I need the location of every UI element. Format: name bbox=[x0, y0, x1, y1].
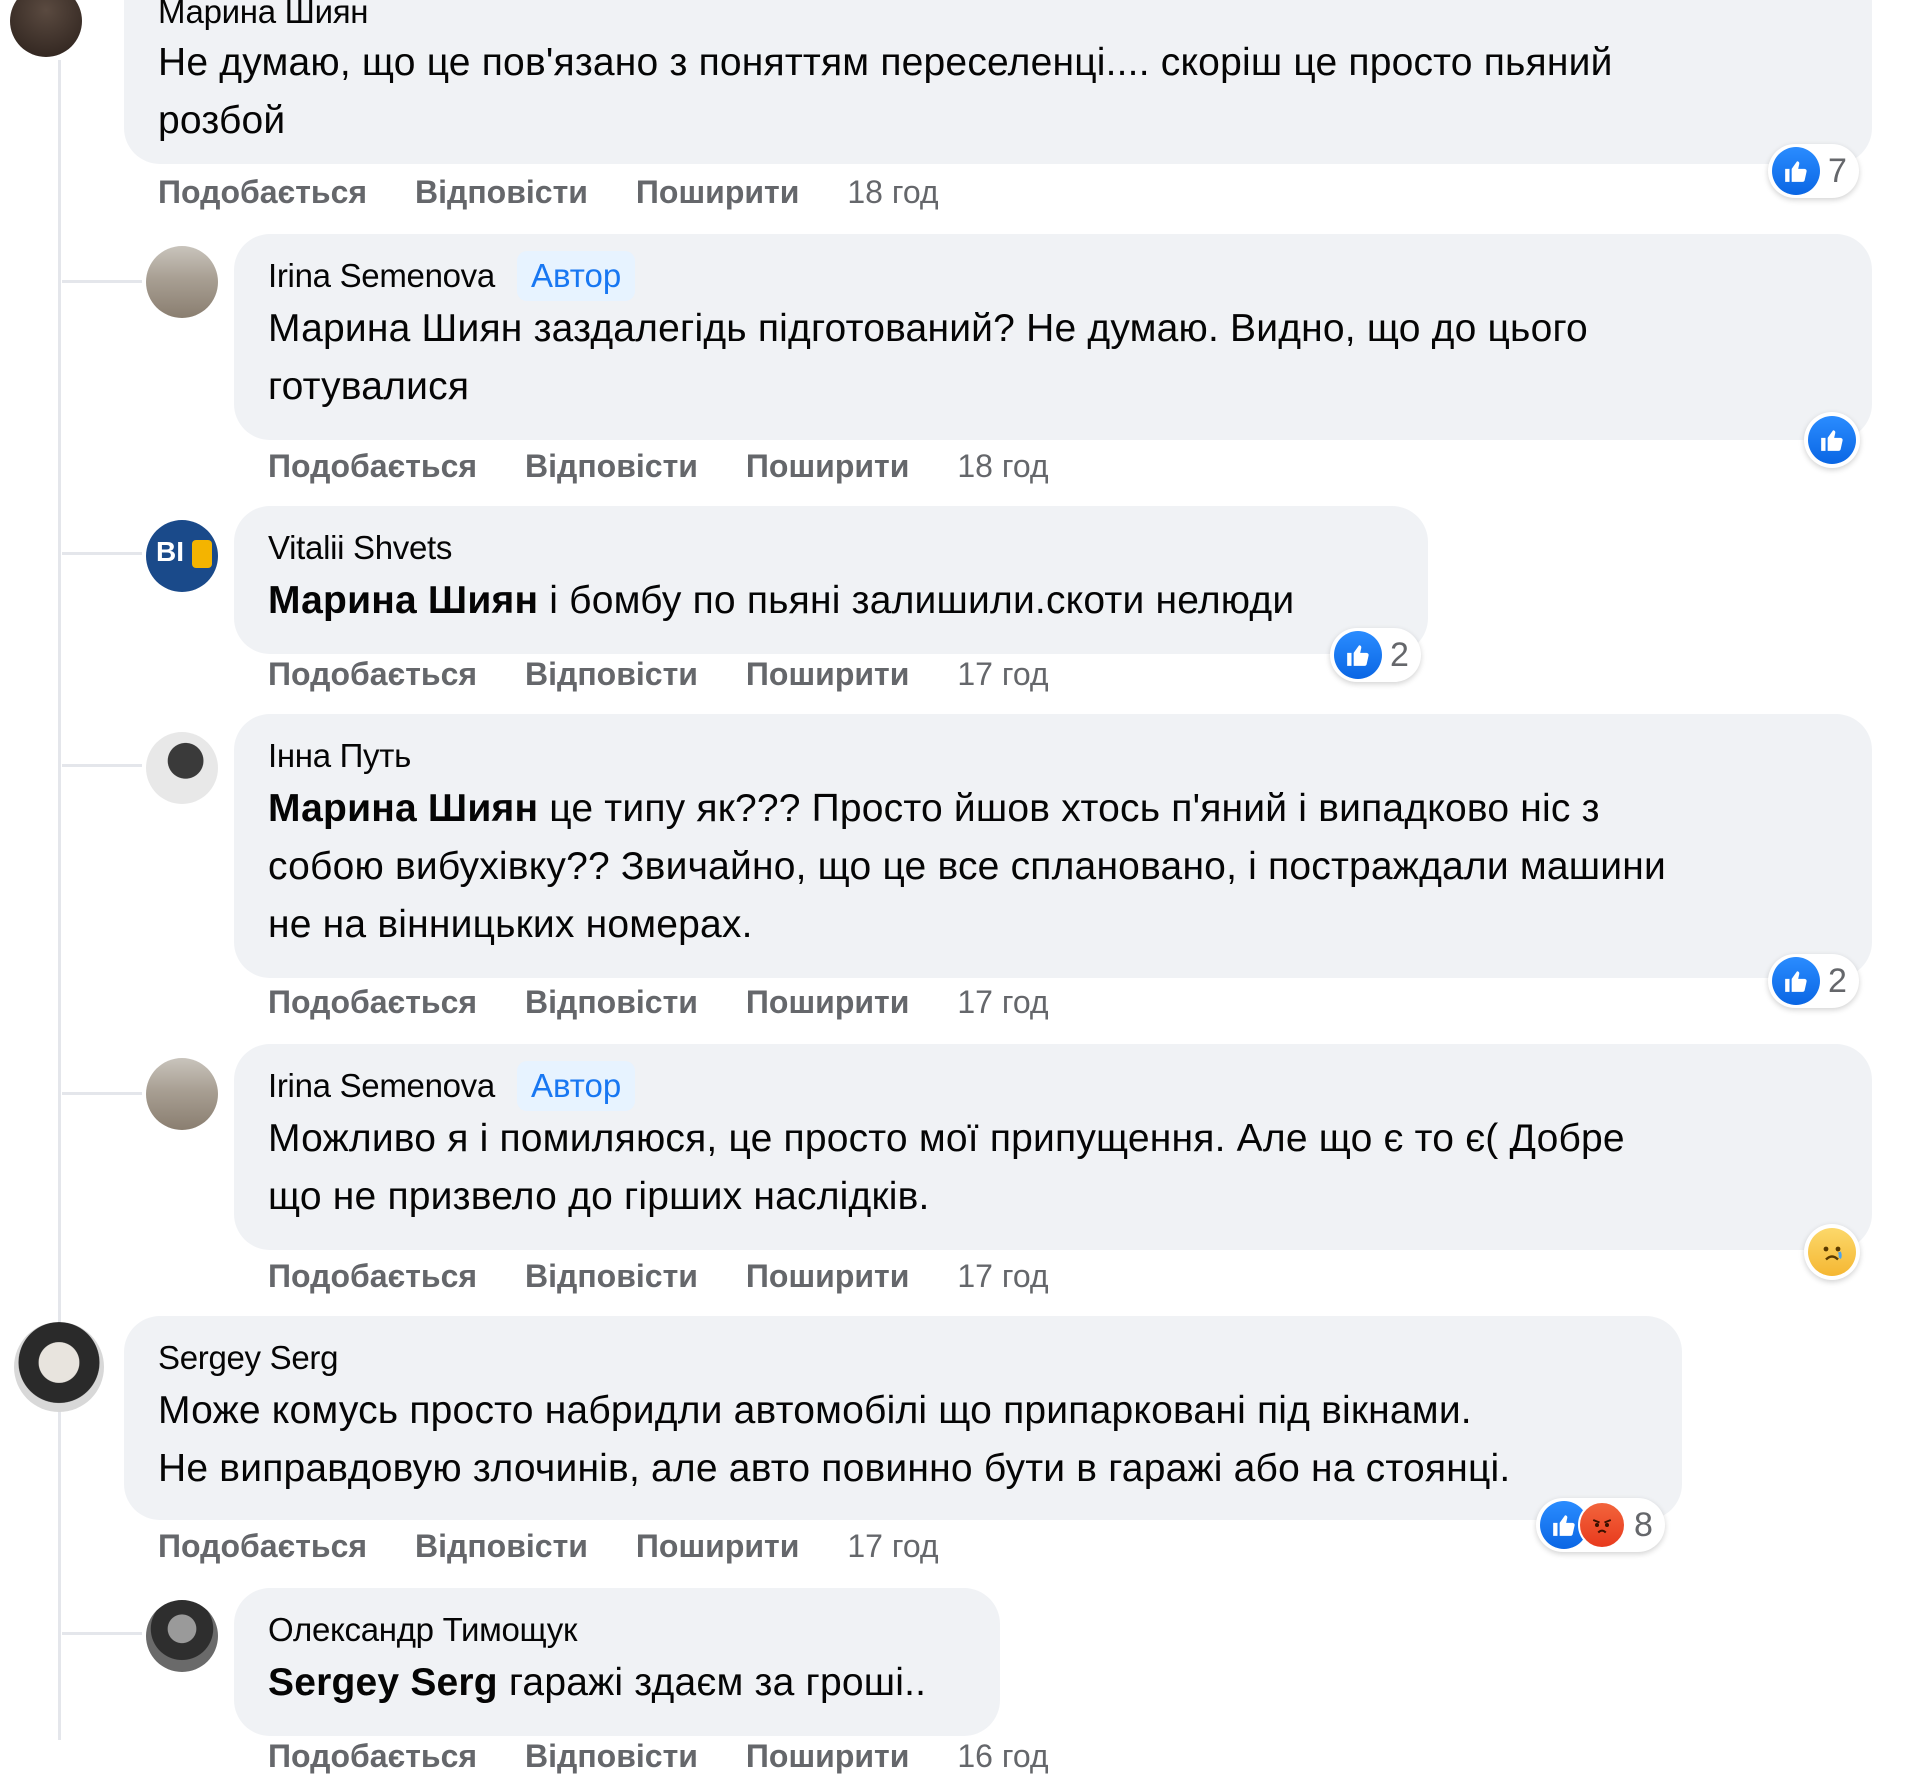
reaction-count: 8 bbox=[1634, 1505, 1653, 1544]
reaction-summary[interactable]: 8 bbox=[1536, 1498, 1665, 1552]
comment-text: Не думаю, що це пов'язано з поняттям пер… bbox=[158, 41, 1613, 142]
reply-connector bbox=[62, 552, 142, 555]
comment-bubble: Інна Путь Марина Шиян це типу як??? Прос… bbox=[234, 714, 1872, 978]
avatar[interactable]: BI bbox=[146, 520, 218, 592]
comment-author[interactable]: Vitalii Shvets bbox=[268, 529, 452, 567]
comment-actions: Подобається Відповісти Поширити 17 год bbox=[158, 1528, 987, 1565]
reply-button[interactable]: Відповісти bbox=[415, 1528, 588, 1565]
comment-time[interactable]: 18 год bbox=[847, 174, 938, 211]
avatar[interactable] bbox=[146, 246, 218, 318]
like-button[interactable]: Подобається bbox=[268, 984, 477, 1021]
like-reaction-icon bbox=[1772, 957, 1820, 1005]
reply-button[interactable]: Відповісти bbox=[525, 1258, 698, 1295]
reply-button[interactable]: Відповісти bbox=[525, 1738, 698, 1775]
comment-text: Марина Шиян заздалегідь підготований? Не… bbox=[268, 307, 1588, 408]
mention-link[interactable]: Марина Шиян bbox=[268, 579, 538, 622]
reaction-summary[interactable] bbox=[1804, 412, 1860, 468]
reply-connector bbox=[62, 1632, 142, 1635]
mention-link[interactable]: Марина Шиян bbox=[268, 787, 538, 830]
reaction-count: 2 bbox=[1828, 961, 1847, 1000]
like-button[interactable]: Подобається bbox=[158, 1528, 367, 1565]
comment-time[interactable]: 17 год bbox=[847, 1528, 938, 1565]
reaction-summary[interactable]: 2 bbox=[1330, 628, 1421, 682]
share-button[interactable]: Поширити bbox=[746, 1258, 909, 1295]
comment-actions: Подобається Відповісти Поширити 18 год bbox=[158, 174, 987, 211]
reply-connector bbox=[62, 280, 142, 283]
comment-actions: Подобається Відповісти Поширити 17 год bbox=[268, 656, 1097, 693]
share-button[interactable]: Поширити bbox=[746, 984, 909, 1021]
comment-author[interactable]: Інна Путь bbox=[268, 737, 411, 775]
like-button[interactable]: Подобається bbox=[158, 174, 367, 211]
comment-author[interactable]: Марина Шиян bbox=[158, 0, 369, 31]
comment-bubble: Vitalii Shvets Марина Шиян і бомбу по пь… bbox=[234, 506, 1428, 654]
comment-text: Марина Шиян і бомбу по пьяні залишили.ск… bbox=[268, 579, 1295, 622]
author-badge: Автор bbox=[516, 1061, 636, 1111]
comment-bubble: Олександр Тимощук Sergey Serg гаражі зда… bbox=[234, 1588, 1000, 1736]
angry-reaction-icon bbox=[1578, 1501, 1626, 1549]
comment-author[interactable]: Irina Semenova bbox=[268, 257, 495, 295]
comment-actions: Подобається Відповісти Поширити 18 год bbox=[268, 448, 1097, 485]
reaction-summary[interactable]: 7 bbox=[1768, 144, 1859, 198]
reaction-summary[interactable]: 2 bbox=[1768, 954, 1859, 1008]
reaction-summary[interactable] bbox=[1804, 1224, 1860, 1280]
author-badge: Автор bbox=[516, 251, 636, 301]
comment-actions: Подобається Відповісти Поширити 17 год bbox=[268, 984, 1097, 1021]
comment-time[interactable]: 16 год bbox=[957, 1738, 1048, 1775]
share-button[interactable]: Поширити bbox=[746, 1738, 909, 1775]
comment-text: Sergey Serg гаражі здаєм за гроші.. bbox=[268, 1661, 927, 1704]
comment-actions: Подобається Відповісти Поширити 16 год bbox=[268, 1738, 1097, 1775]
like-button[interactable]: Подобається bbox=[268, 448, 477, 485]
comment-author[interactable]: Олександр Тимощук bbox=[268, 1611, 577, 1649]
reply-connector bbox=[62, 1092, 142, 1095]
like-button[interactable]: Подобається bbox=[268, 1258, 477, 1295]
like-reaction-icon bbox=[1772, 147, 1820, 195]
share-button[interactable]: Поширити bbox=[746, 448, 909, 485]
comment-bubble: Марина Шиян Не думаю, що це пов'язано з … bbox=[124, 0, 1872, 164]
comment-actions: Подобається Відповісти Поширити 17 год bbox=[268, 1258, 1097, 1295]
comment-text: Марина Шиян це типу як??? Просто йшов хт… bbox=[268, 787, 1667, 946]
reaction-count: 2 bbox=[1390, 635, 1409, 674]
reaction-count: 7 bbox=[1828, 151, 1847, 190]
comment-bubble: Sergey Serg Може комусь просто набридли … bbox=[124, 1316, 1682, 1520]
share-button[interactable]: Поширити bbox=[636, 174, 799, 211]
reply-button[interactable]: Відповісти bbox=[525, 656, 698, 693]
avatar[interactable] bbox=[146, 1058, 218, 1130]
thread-line bbox=[58, 60, 61, 1740]
reply-button[interactable]: Відповісти bbox=[525, 984, 698, 1021]
share-button[interactable]: Поширити bbox=[746, 656, 909, 693]
comment-bubble: Irina Semenova Автор Можливо я і помиляю… bbox=[234, 1044, 1872, 1250]
comment-bubble: Irina Semenova Автор Марина Шиян заздале… bbox=[234, 234, 1872, 440]
avatar[interactable] bbox=[146, 1600, 218, 1672]
comment-text: Може комусь просто набридли автомобілі щ… bbox=[158, 1389, 1511, 1490]
comment-time[interactable]: 17 год bbox=[957, 1258, 1048, 1295]
avatar[interactable] bbox=[14, 1322, 104, 1412]
like-button[interactable]: Подобається bbox=[268, 656, 477, 693]
reply-connector bbox=[62, 764, 142, 767]
like-button[interactable]: Подобається bbox=[268, 1738, 477, 1775]
reply-button[interactable]: Відповісти bbox=[415, 174, 588, 211]
sad-reaction-icon bbox=[1808, 1228, 1856, 1276]
comment-author[interactable]: Sergey Serg bbox=[158, 1339, 338, 1377]
comment-time[interactable]: 17 год bbox=[957, 656, 1048, 693]
mention-link[interactable]: Sergey Serg bbox=[268, 1661, 498, 1704]
avatar[interactable] bbox=[146, 732, 218, 804]
avatar[interactable] bbox=[10, 0, 82, 57]
comment-author[interactable]: Irina Semenova bbox=[268, 1067, 495, 1105]
share-button[interactable]: Поширити bbox=[636, 1528, 799, 1565]
like-reaction-icon bbox=[1334, 631, 1382, 679]
comment-time[interactable]: 18 год bbox=[957, 448, 1048, 485]
reply-button[interactable]: Відповісти bbox=[525, 448, 698, 485]
comment-time[interactable]: 17 год bbox=[957, 984, 1048, 1021]
comment-text: Можливо я і помиляюся, це просто мої при… bbox=[268, 1117, 1625, 1218]
like-reaction-icon bbox=[1808, 416, 1856, 464]
